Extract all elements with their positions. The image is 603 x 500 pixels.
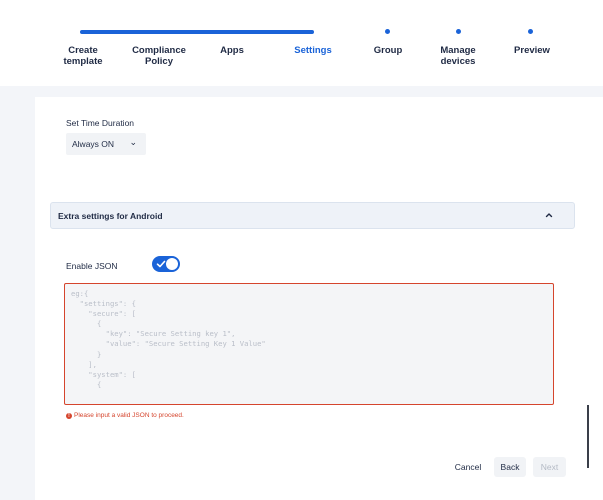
step-dot-preview xyxy=(528,29,533,34)
step-label: Preview xyxy=(514,45,550,56)
step-compliance-policy[interactable]: Compliance Policy xyxy=(119,45,199,67)
step-group[interactable]: Group xyxy=(348,45,428,56)
json-textarea[interactable]: eg:{ "settings": { "secure": [ { "key": … xyxy=(64,283,554,405)
scrollbar[interactable] xyxy=(587,405,589,468)
enable-json-label: Enable JSON xyxy=(66,261,118,271)
android-extra-settings-accordion[interactable]: Extra settings for Android xyxy=(50,202,575,229)
step-dot-manage-devices xyxy=(456,29,461,34)
step-settings[interactable]: Settings xyxy=(273,45,353,56)
time-duration-label: Set Time Duration xyxy=(66,118,135,128)
step-preview[interactable]: Preview xyxy=(492,45,572,56)
json-placeholder: eg:{ "settings": { "secure": [ { "key": … xyxy=(71,289,266,389)
step-create-template[interactable]: Create template xyxy=(43,45,123,67)
error-text: Please input a valid JSON to proceed. xyxy=(74,412,184,419)
step-apps[interactable]: Apps xyxy=(192,45,272,56)
step-label: Create template xyxy=(63,45,103,67)
chevron-up-icon[interactable] xyxy=(544,210,554,220)
time-duration-value: Always ON xyxy=(72,139,115,149)
next-button[interactable]: Next xyxy=(533,457,566,477)
step-label: Settings xyxy=(294,45,332,56)
time-duration-select[interactable]: Always ON ⌄ xyxy=(66,133,146,155)
accordion-title: Extra settings for Android xyxy=(58,211,163,221)
step-manage-devices[interactable]: Manage devices xyxy=(418,45,498,67)
checkmark-icon xyxy=(156,260,166,268)
json-error-message: ! Please input a valid JSON to proceed. xyxy=(66,412,184,419)
stepper-progress-track xyxy=(80,30,314,34)
cancel-button[interactable]: Cancel xyxy=(451,457,485,477)
chevron-down-icon: ⌄ xyxy=(129,137,137,147)
step-label: Group xyxy=(373,45,403,56)
toggle-knob xyxy=(166,258,178,270)
enable-json-toggle[interactable] xyxy=(152,256,180,272)
error-icon: ! xyxy=(66,412,72,419)
step-label: Compliance Policy xyxy=(132,45,186,67)
wizard-stepper: Create template Compliance Policy Apps S… xyxy=(0,0,603,86)
step-label: Manage devices xyxy=(440,45,476,67)
step-label: Apps xyxy=(220,45,244,56)
back-button[interactable]: Back xyxy=(494,457,526,477)
step-dot-group xyxy=(385,29,390,34)
